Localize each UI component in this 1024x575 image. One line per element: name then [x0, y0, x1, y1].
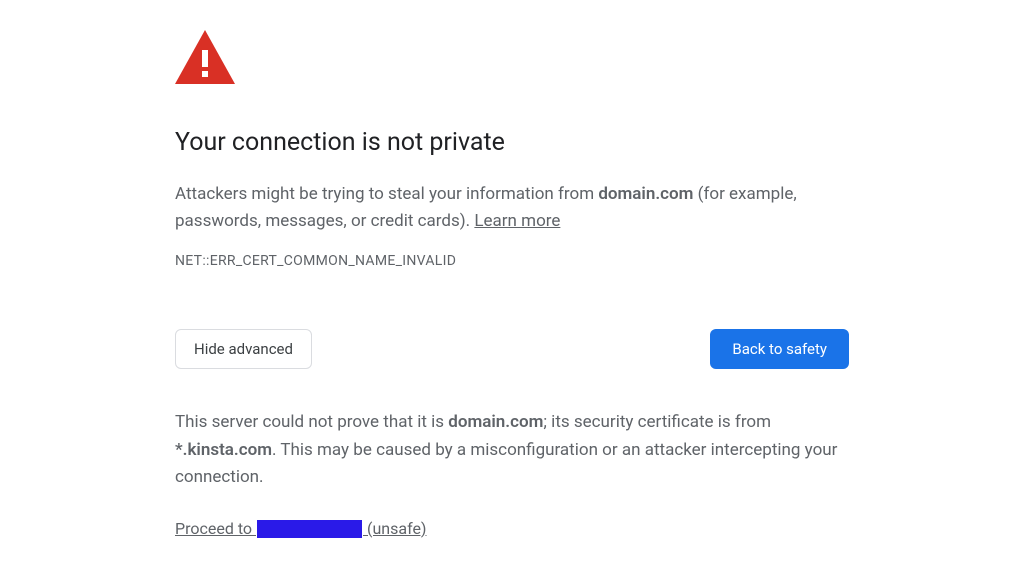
learn-more-link[interactable]: Learn more	[474, 211, 560, 231]
advanced-cert-domain: *.kinsta.com	[175, 440, 272, 460]
proceed-line: Proceed to (unsafe)	[175, 519, 849, 538]
back-to-safety-button[interactable]: Back to safety	[710, 329, 849, 369]
warning-triangle-icon	[175, 30, 849, 88]
page-title: Your connection is not private	[175, 128, 849, 157]
body-prefix: Attackers might be trying to steal your …	[175, 184, 598, 204]
advanced-prefix: This server could not prove that it is	[175, 412, 448, 432]
button-row: Hide advanced Back to safety	[175, 329, 849, 369]
redacted-domain	[257, 520, 362, 538]
warning-body: Attackers might be trying to steal your …	[175, 181, 849, 235]
proceed-link[interactable]: Proceed to (unsafe)	[175, 519, 427, 538]
advanced-explanation: This server could not prove that it is d…	[175, 409, 849, 491]
advanced-suffix: . This may be caused by a misconfigurati…	[175, 440, 837, 487]
error-code: NET::ERR_CERT_COMMON_NAME_INVALID	[175, 253, 849, 269]
proceed-prefix: Proceed to	[175, 519, 256, 538]
advanced-domain: domain.com	[448, 412, 543, 432]
unsafe-label[interactable]: (unsafe)	[367, 519, 427, 538]
advanced-mid: ; its security certificate is from	[543, 412, 771, 432]
body-domain: domain.com	[598, 184, 693, 204]
hide-advanced-button[interactable]: Hide advanced	[175, 329, 312, 369]
